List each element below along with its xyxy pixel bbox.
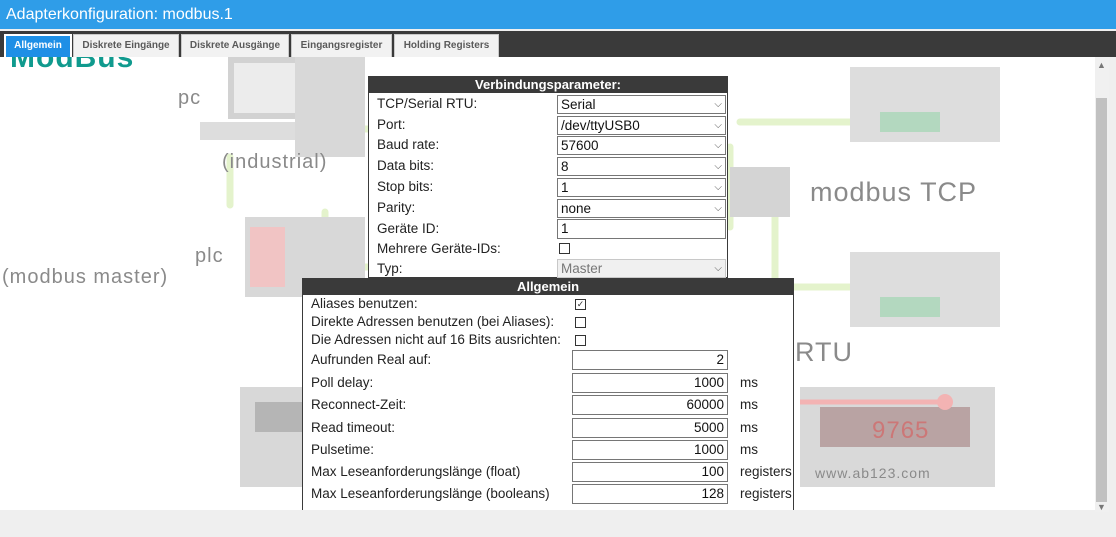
stop-bits-value: 1 bbox=[561, 180, 569, 195]
round-real-input[interactable]: 2 bbox=[572, 350, 728, 370]
data-bits-value: 8 bbox=[561, 159, 569, 174]
checkmark-icon: ✓ bbox=[576, 299, 585, 309]
chevron-down-icon: ⌵ bbox=[714, 182, 722, 193]
type-label: Typ: bbox=[377, 261, 403, 276]
poll-delay-unit: ms bbox=[740, 375, 758, 390]
port-label: Port: bbox=[377, 117, 406, 132]
pulsetime-unit: ms bbox=[740, 442, 758, 457]
data-bits-label: Data bits: bbox=[377, 158, 435, 173]
bg-label-plc: plc bbox=[195, 245, 224, 267]
max-read-float-label: Max Leseanforderungslänge (float) bbox=[311, 464, 521, 479]
read-timeout-label: Read timeout: bbox=[311, 420, 396, 435]
reconnect-time-unit: ms bbox=[740, 397, 758, 412]
max-read-booleans-label: Max Leseanforderungslänge (booleans) bbox=[311, 486, 550, 501]
max-read-float-unit: registers bbox=[740, 464, 792, 479]
poll-delay-label: Poll delay: bbox=[311, 375, 374, 390]
max-read-booleans-unit: registers bbox=[740, 486, 792, 501]
poll-delay-input[interactable]: 1000 bbox=[572, 373, 728, 393]
parity-value: none bbox=[561, 201, 592, 216]
pulsetime-input[interactable]: 1000 bbox=[572, 440, 728, 460]
bg-label-industrial: (industrial) bbox=[222, 151, 328, 173]
modbus-logo-text: ModBus bbox=[10, 57, 135, 74]
bg-label-rtu: RTU bbox=[795, 337, 854, 367]
tab-bar: Allgemein Diskrete Eingänge Diskrete Aus… bbox=[0, 31, 1116, 57]
port-value: /dev/ttyUSB0 bbox=[561, 118, 640, 133]
bg-label-modbus-master: (modbus master) bbox=[2, 266, 169, 288]
read-timeout-input[interactable]: 5000 bbox=[572, 418, 728, 438]
general-panel: Allgemein Aliases benutzen: ✓ Direkte Ad… bbox=[302, 278, 794, 510]
max-read-booleans-input[interactable]: 128 bbox=[572, 484, 728, 504]
bg-website: www.ab123.com bbox=[815, 465, 931, 481]
use-aliases-checkbox[interactable]: ✓ bbox=[575, 299, 586, 310]
baud-rate-value: 57600 bbox=[561, 138, 599, 153]
chevron-down-icon: ⌵ bbox=[714, 263, 722, 274]
chevron-down-icon: ⌵ bbox=[714, 99, 722, 110]
device-id-input[interactable]: 1 bbox=[557, 219, 726, 239]
connection-panel: Verbindungsparameter: TCP/Serial RTU: Se… bbox=[368, 76, 728, 278]
tcp-serial-label: TCP/Serial RTU: bbox=[377, 96, 478, 111]
stop-bits-select[interactable]: 1 ⌵ bbox=[557, 178, 726, 197]
stop-bits-label: Stop bits: bbox=[377, 179, 434, 194]
data-bits-select[interactable]: 8 ⌵ bbox=[557, 157, 726, 176]
chevron-down-icon: ⌵ bbox=[714, 140, 722, 151]
tab-allgemein[interactable]: Allgemein bbox=[4, 34, 72, 57]
pulsetime-label: Pulsetime: bbox=[311, 442, 375, 457]
baud-rate-label: Baud rate: bbox=[377, 137, 440, 152]
reconnect-time-label: Reconnect-Zeit: bbox=[311, 397, 407, 412]
port-select[interactable]: /dev/ttyUSB0 ⌵ bbox=[557, 116, 726, 135]
parity-select[interactable]: none ⌵ bbox=[557, 199, 726, 218]
no-16bit-align-label: Die Adressen nicht auf 16 Bits ausrichte… bbox=[311, 332, 561, 347]
baud-rate-select[interactable]: 57600 ⌵ bbox=[557, 136, 726, 155]
type-select[interactable]: Master ⌵ bbox=[557, 259, 726, 278]
scrollbar-thumb[interactable] bbox=[1096, 98, 1107, 502]
tab-eingangsregister[interactable]: Eingangsregister bbox=[291, 34, 392, 57]
tab-content: ModBus pc (industrial) plc (modbus maste… bbox=[0, 57, 1095, 510]
direct-addresses-label: Direkte Adressen benutzen (bei Aliases): bbox=[311, 314, 555, 329]
chevron-down-icon: ⌵ bbox=[714, 161, 722, 172]
bg-label-pc: pc bbox=[178, 87, 202, 109]
chevron-down-icon: ⌵ bbox=[714, 203, 722, 214]
device-id-label: Geräte ID: bbox=[377, 221, 440, 236]
no-16bit-align-checkbox[interactable] bbox=[575, 335, 586, 346]
tab-holding-registers[interactable]: Holding Registers bbox=[394, 34, 499, 57]
tcp-serial-select[interactable]: Serial ⌵ bbox=[557, 95, 726, 114]
max-read-float-input[interactable]: 100 bbox=[572, 462, 728, 482]
tcp-serial-value: Serial bbox=[561, 97, 596, 112]
use-aliases-label: Aliases benutzen: bbox=[311, 296, 418, 311]
multiple-device-ids-label: Mehrere Geräte-IDs: bbox=[377, 241, 501, 256]
bg-display-value: 9765 bbox=[872, 417, 930, 444]
general-panel-title: Allgemein bbox=[303, 278, 793, 295]
direct-addresses-checkbox[interactable] bbox=[575, 317, 586, 328]
tab-diskrete-eingaenge[interactable]: Diskrete Eingänge bbox=[73, 34, 179, 57]
bg-label-modbus-tcp: modbus TCP bbox=[810, 177, 978, 207]
scroll-up-icon[interactable]: ▲ bbox=[1097, 60, 1106, 70]
scroll-down-icon[interactable]: ▼ bbox=[1097, 502, 1106, 512]
multiple-device-ids-checkbox[interactable] bbox=[559, 243, 570, 254]
reconnect-time-input[interactable]: 60000 bbox=[572, 395, 728, 415]
window-title: Adapterkonfiguration: modbus.1 bbox=[0, 0, 1116, 29]
connection-panel-title: Verbindungsparameter: bbox=[369, 76, 727, 93]
read-timeout-unit: ms bbox=[740, 420, 758, 435]
round-real-label: Aufrunden Real auf: bbox=[311, 352, 432, 367]
type-value: Master bbox=[561, 261, 603, 276]
tab-diskrete-ausgaenge[interactable]: Diskrete Ausgänge bbox=[181, 34, 289, 57]
chevron-down-icon: ⌵ bbox=[714, 120, 722, 131]
parity-label: Parity: bbox=[377, 200, 416, 215]
